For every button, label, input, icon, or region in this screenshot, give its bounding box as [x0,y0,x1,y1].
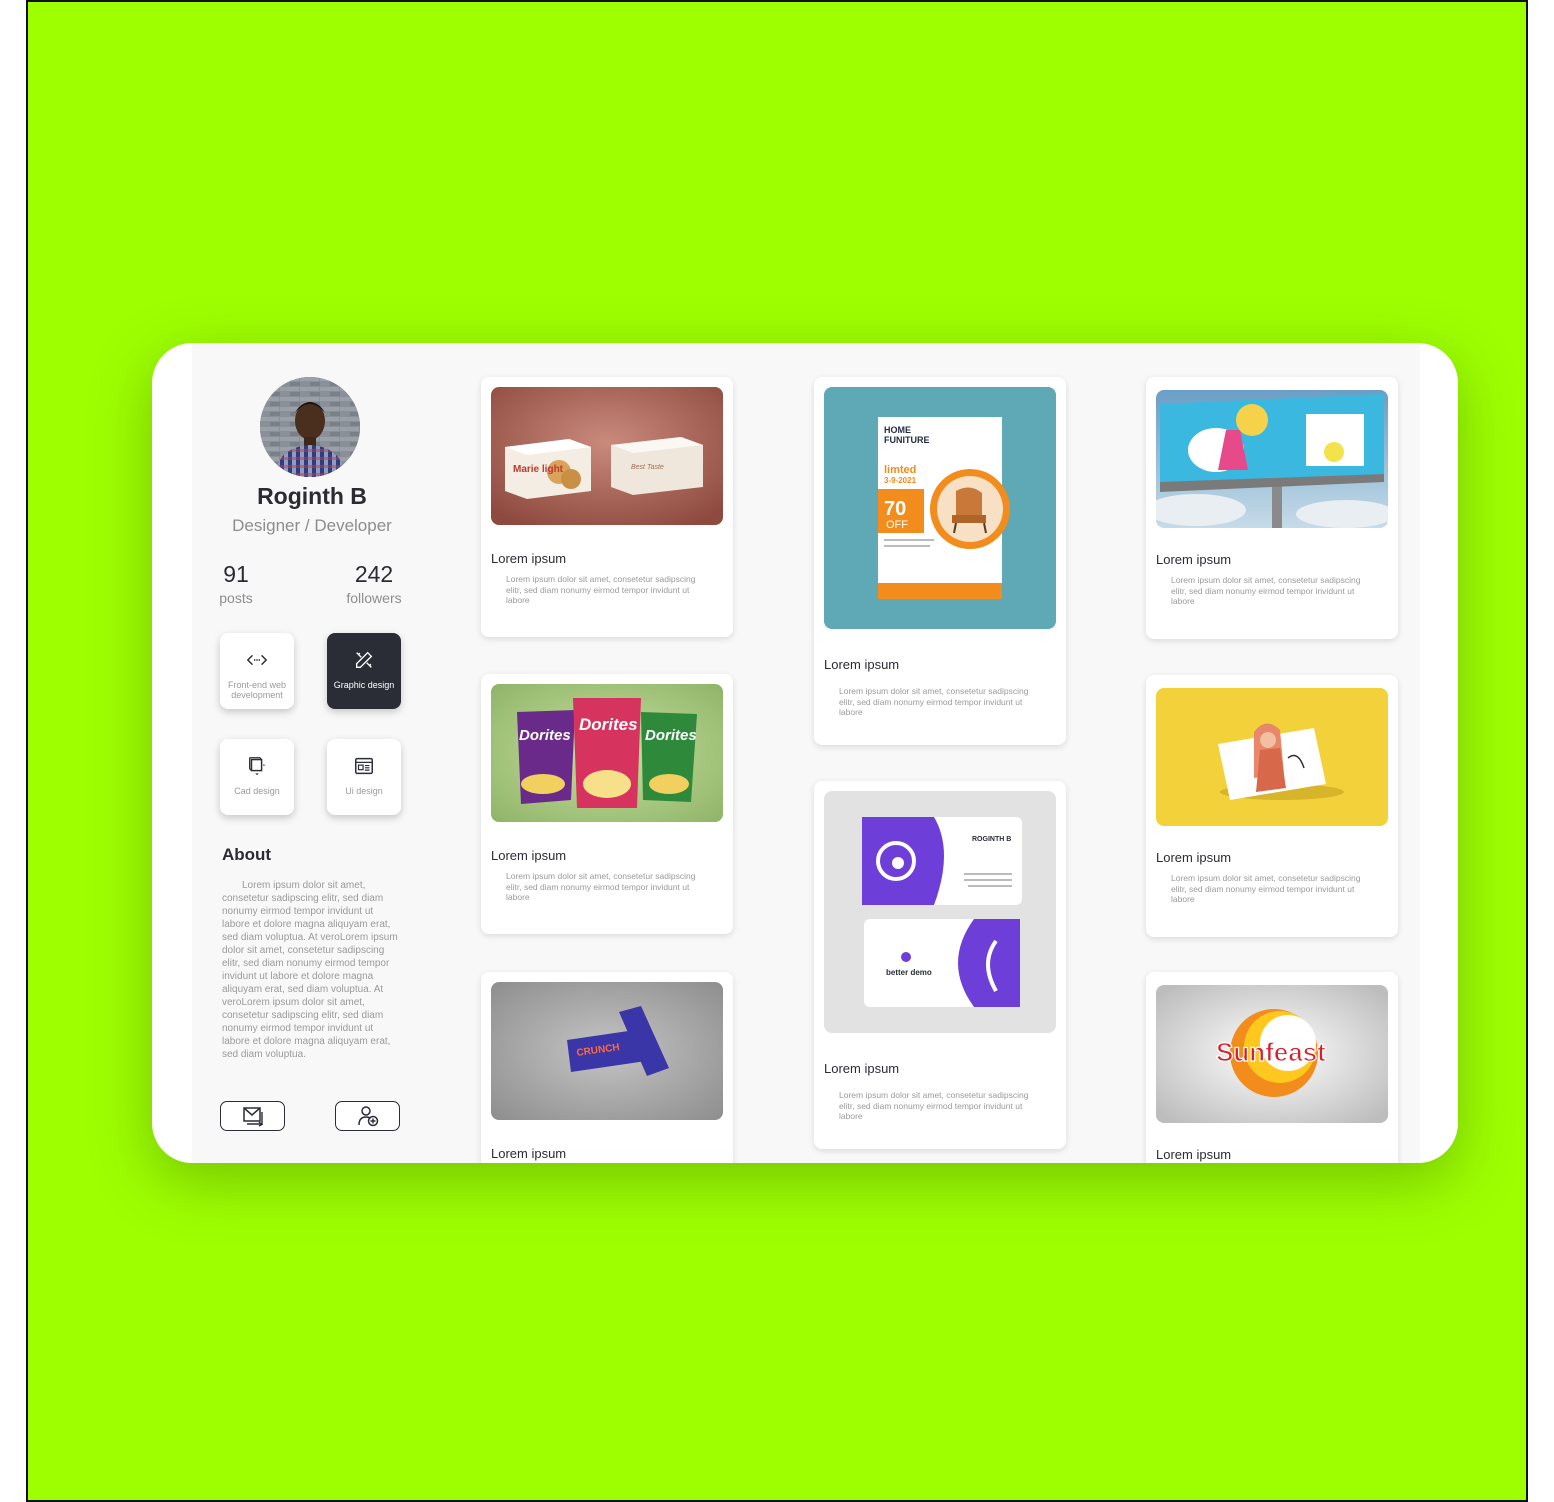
card-title: Lorem ipsum [1156,552,1232,567]
card-image: Sunfeast [1156,985,1388,1123]
skill-label: Graphic design [333,680,395,690]
svg-text:Sunfeast: Sunfeast [1216,1037,1326,1067]
profile-panel: Roginth B Designer / Developer 91 posts … [192,343,1420,1163]
svg-text:HOME: HOME [884,425,911,435]
svg-text:FUNITURE: FUNITURE [884,435,930,445]
cube-icon [249,757,266,776]
card-image [1156,688,1388,826]
avatar-image [260,377,360,477]
card-description: Lorem ipsum dolor sit amet, consetetur s… [839,686,1029,717]
posts-count: 91 [223,561,249,587]
card-title: Lorem ipsum [491,1146,567,1161]
portfolio-card[interactable]: Lorem ipsum Lorem ipsum dolor sit amet, … [1146,675,1398,937]
page-background: Roginth B Designer / Developer 91 posts … [26,0,1528,1502]
svg-text:better demo: better demo [886,968,932,977]
add-user-icon [358,1106,379,1127]
portfolio-card[interactable]: Dorites Dorites Dorites Lorem ipsum Lore… [481,674,733,934]
svg-text:OFF: OFF [886,519,908,531]
code-icon [246,654,268,666]
skill-label: Ui design [345,786,383,796]
posts-label: posts [219,590,253,606]
card-title: Lorem ipsum [1156,850,1232,865]
skill-front-end[interactable]: Front-end web development [220,633,294,709]
about-heading: About [222,845,272,864]
portfolio-card[interactable]: CRUNCH Lorem ipsum [481,972,733,1163]
layout-icon [355,757,373,775]
svg-text:Dorites: Dorites [519,727,571,744]
posts-stat[interactable]: 91 posts [206,561,266,606]
svg-text:3-9-2021: 3-9-2021 [884,476,917,485]
profile-window: Roginth B Designer / Developer 91 posts … [152,343,1458,1163]
pen-ruler-icon [355,651,373,669]
card-description: Lorem ipsum dolor sit amet, consetetur s… [506,871,696,902]
message-button[interactable] [220,1101,285,1131]
followers-label: followers [346,590,402,606]
svg-text:Marie light: Marie light [513,464,564,475]
follow-button[interactable] [335,1101,400,1131]
svg-text:70: 70 [884,498,906,520]
profile-sidebar: Roginth B Designer / Developer 91 posts … [192,343,432,1163]
card-description: Lorem ipsum dolor sit amet, consetetur s… [506,574,696,605]
svg-text:Dorites: Dorites [645,727,697,744]
card-description: Lorem ipsum dolor sit amet, consetetur s… [839,1090,1029,1121]
skill-ui-design[interactable]: Ui design [327,739,401,815]
skill-label: Front-end web development [227,680,287,700]
avatar[interactable] [260,377,360,477]
portfolio-card[interactable]: ROGINTH B better demo Lorem ipsum Lorem … [814,781,1066,1149]
card-title: Lorem ipsum [1156,1147,1232,1162]
card-image: Dorites Dorites Dorites [491,684,723,822]
skill-graphic-design[interactable]: Graphic design [327,633,401,709]
card-title: Lorem ipsum [491,848,567,863]
card-image: HOME FUNITURE limted 3-9-2021 70 OFF [824,387,1056,629]
card-image: CRUNCH [491,982,723,1120]
portfolio-card[interactable]: Marie light Best Taste Lorem ipsum Lorem… [481,377,733,637]
portfolio-card[interactable]: Sunfeast Lorem ipsum [1146,972,1398,1163]
card-title: Lorem ipsum [824,657,900,672]
portfolio-card[interactable]: HOME FUNITURE limted 3-9-2021 70 OFF Lor… [814,377,1066,745]
portfolio-card[interactable]: Lorem ipsum Lorem ipsum dolor sit amet, … [1146,377,1398,639]
card-description: Lorem ipsum dolor sit amet, consetetur s… [1171,575,1361,606]
profile-name: Roginth B [257,483,367,509]
card-title: Lorem ipsum [491,551,567,566]
svg-text:Best Taste: Best Taste [631,464,664,471]
svg-text:limted: limted [884,464,916,476]
card-image: ROGINTH B better demo [824,791,1056,1033]
card-title: Lorem ipsum [824,1061,900,1076]
skill-cad-design[interactable]: Cad design [220,739,294,815]
card-image: Marie light Best Taste [491,387,723,525]
mail-icon [243,1107,264,1127]
svg-text:Dorites: Dorites [579,715,638,734]
followers-count: 242 [354,561,394,587]
profile-role: Designer / Developer [232,516,392,535]
about-text: Lorem ipsum dolor sit amet, consetetur s… [222,880,398,1060]
card-image [1156,390,1388,528]
skill-label: Cad design [234,786,280,796]
followers-stat[interactable]: 242 followers [334,561,414,606]
svg-text:ROGINTH B: ROGINTH B [972,836,1011,843]
card-description: Lorem ipsum dolor sit amet, consetetur s… [1171,873,1361,904]
